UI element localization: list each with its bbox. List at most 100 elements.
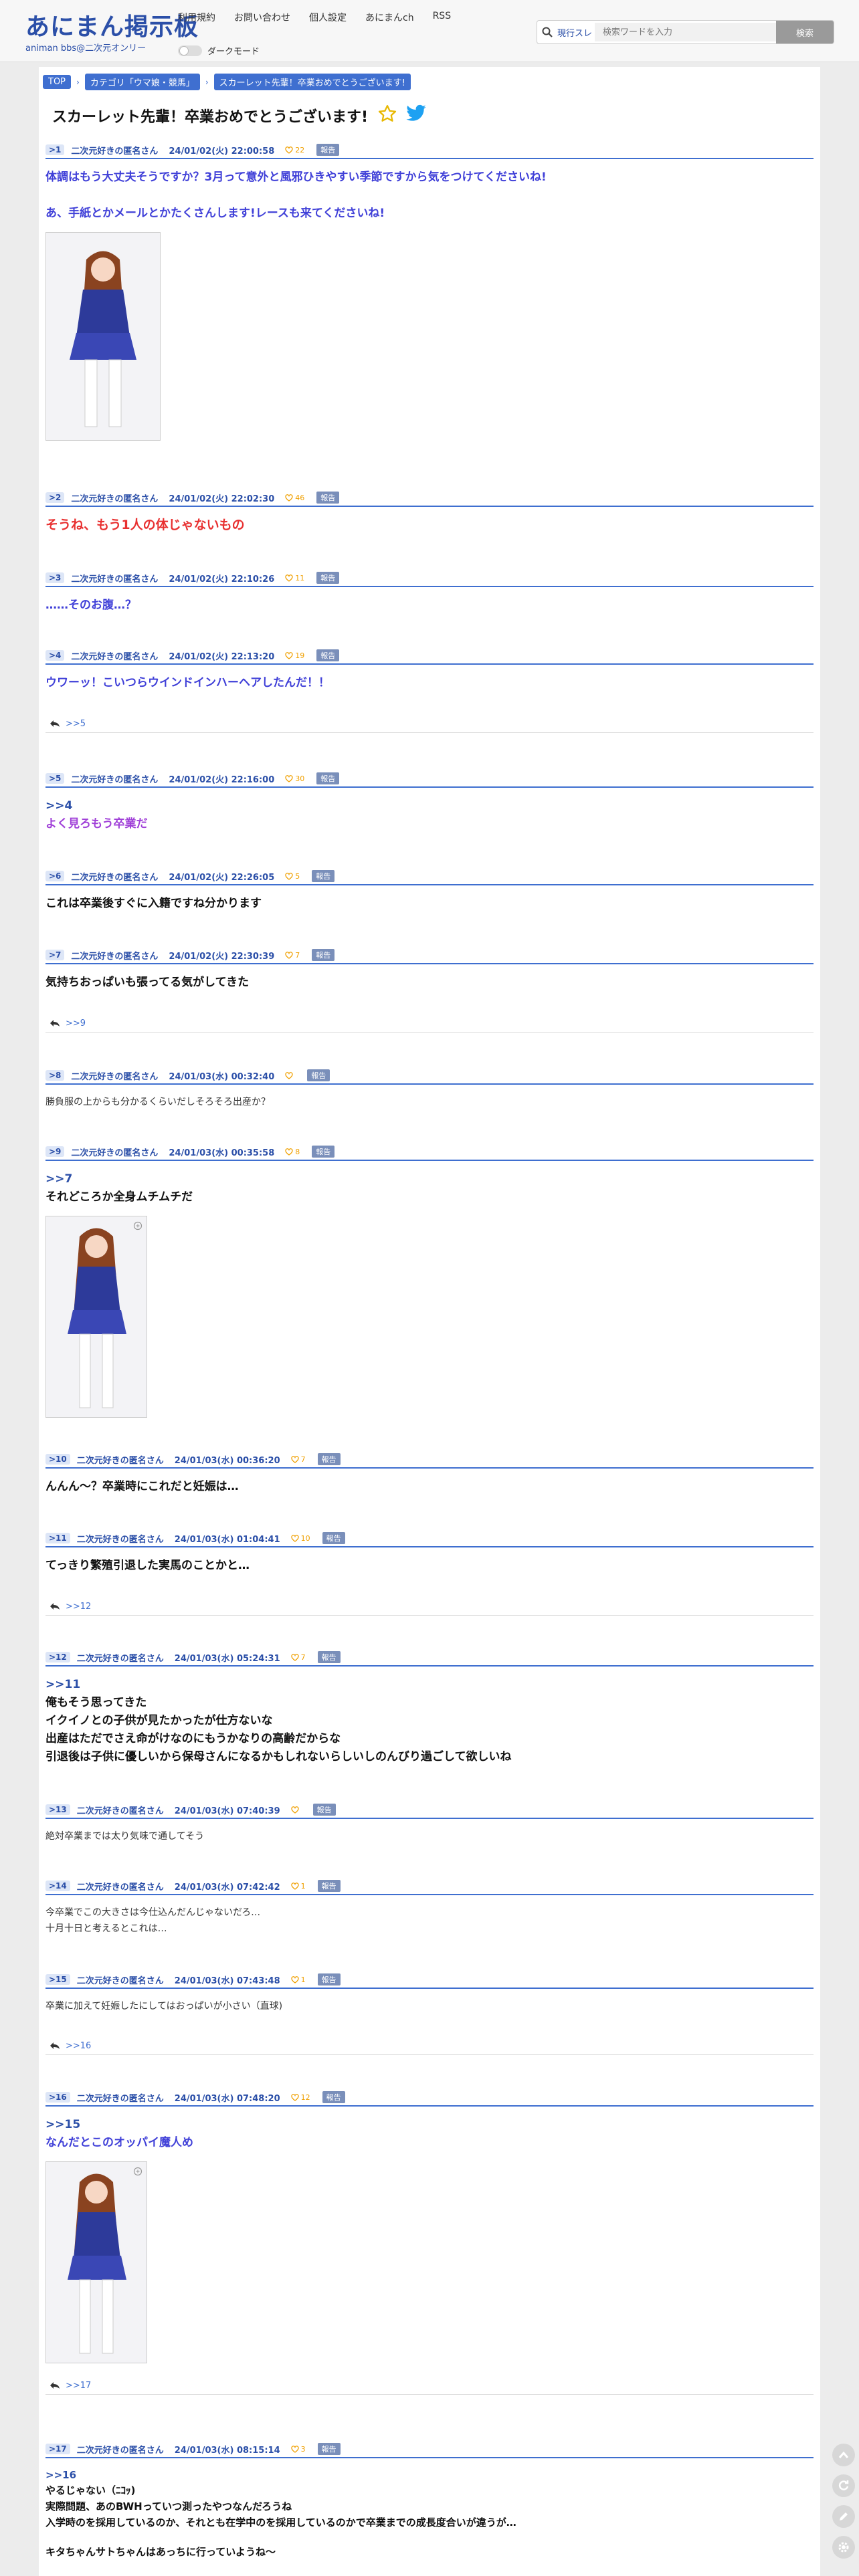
report-button[interactable]: 報告 xyxy=(317,1453,341,1465)
quote-anchor-link[interactable]: >>7 xyxy=(45,1170,814,1188)
report-button[interactable]: 報告 xyxy=(317,1651,341,1663)
like-button[interactable]: 3 xyxy=(290,2445,306,2454)
report-button[interactable]: 報告 xyxy=(316,649,340,661)
post: >6 二次元好きの匿名さん 24/01/02(火) 22:26:05 5 報告 … xyxy=(45,868,814,913)
report-button[interactable]: 報告 xyxy=(316,144,340,156)
post-number[interactable]: >9 xyxy=(45,1146,65,1157)
post-number[interactable]: >17 xyxy=(45,2444,70,2454)
like-button[interactable]: 7 xyxy=(290,1653,306,1662)
scroll-top-button[interactable] xyxy=(832,2444,855,2466)
report-button[interactable]: 報告 xyxy=(316,772,340,784)
post-number[interactable]: >5 xyxy=(45,773,65,784)
like-button[interactable]: 19 xyxy=(285,651,304,660)
settings-button[interactable] xyxy=(832,2536,855,2559)
zoom-icon[interactable] xyxy=(133,2166,142,2179)
post-header: >7 二次元好きの匿名さん 24/01/02(火) 22:30:39 7 報告 xyxy=(45,947,814,964)
post-number[interactable]: >13 xyxy=(45,1804,70,1815)
like-button[interactable]: 7 xyxy=(290,1455,306,1464)
report-button[interactable]: 報告 xyxy=(317,1973,341,1985)
write-post-button[interactable] xyxy=(832,2505,855,2528)
post-author: 二次元好きの匿名さん xyxy=(76,2445,164,2456)
post-body: そうね、もう1人の体じゃないもの xyxy=(45,516,814,534)
search-scope-select[interactable]: 現行スレ xyxy=(557,26,595,39)
post-number[interactable]: >16 xyxy=(45,2092,70,2103)
toggle-switch[interactable] xyxy=(178,45,202,56)
favorite-star-icon[interactable] xyxy=(377,104,397,128)
like-button[interactable]: 7 xyxy=(285,951,300,960)
post-number[interactable]: >8 xyxy=(45,1070,65,1081)
reload-button[interactable] xyxy=(832,2474,855,2497)
like-button[interactable]: 11 xyxy=(285,574,304,582)
post-number[interactable]: >1 xyxy=(45,144,65,155)
post-number[interactable]: >11 xyxy=(45,1533,70,1543)
nav-terms[interactable]: 利用規約 xyxy=(178,11,215,24)
quote-anchor-link[interactable]: >>11 xyxy=(45,1676,814,1694)
post-image[interactable] xyxy=(45,1216,147,1418)
reply-link-row[interactable]: >>5 xyxy=(45,715,814,733)
report-button[interactable]: 報告 xyxy=(312,1804,336,1816)
reply-link-row[interactable]: >>12 xyxy=(45,1598,814,1616)
breadcrumb-thread[interactable]: スカーレット先輩！卒業おめでとうございます! xyxy=(213,74,411,90)
twitter-share-icon[interactable] xyxy=(405,104,427,127)
zoom-icon[interactable] xyxy=(133,1220,142,1233)
report-button[interactable]: 報告 xyxy=(322,1532,345,1544)
quote-anchor-link[interactable]: >>16 xyxy=(45,2468,814,2482)
post-text-line: 絶対卒業までは太り気味で通してそう xyxy=(45,1831,205,1842)
quote-anchor-link[interactable]: >>15 xyxy=(45,2116,814,2134)
breadcrumb-category[interactable]: カテゴリ「ウマ娘・競馬」 xyxy=(84,74,200,90)
search-button[interactable]: 検索 xyxy=(776,21,834,43)
reply-anchor-link[interactable]: >>12 xyxy=(66,1602,91,1612)
reply-link-row[interactable]: >>17 xyxy=(45,2377,814,2395)
post-number[interactable]: >12 xyxy=(45,1652,70,1662)
reply-anchor-link[interactable]: >>9 xyxy=(66,1018,86,1029)
reply-anchor-link[interactable]: >>17 xyxy=(66,2381,91,2391)
like-button[interactable] xyxy=(285,1071,295,1079)
nav-rss[interactable]: RSS xyxy=(433,11,452,24)
nav-animanch[interactable]: あにまんch xyxy=(365,11,414,24)
reply-anchor-link[interactable]: >>5 xyxy=(66,719,86,729)
post-number[interactable]: >10 xyxy=(45,1454,70,1465)
report-button[interactable]: 報告 xyxy=(307,1069,330,1081)
like-button[interactable]: 10 xyxy=(290,1534,310,1543)
like-button[interactable]: 22 xyxy=(285,146,304,154)
post-number[interactable]: >3 xyxy=(45,572,65,583)
post-number[interactable]: >15 xyxy=(45,1974,70,1985)
post: >13 二次元好きの匿名さん 24/01/03(水) 07:40:39 報告 絶… xyxy=(45,1802,814,1844)
post-number[interactable]: >7 xyxy=(45,950,65,960)
like-button[interactable] xyxy=(290,1806,301,1814)
report-button[interactable]: 報告 xyxy=(317,1880,341,1892)
like-button[interactable]: 46 xyxy=(285,494,304,502)
site-logo[interactable]: あにまん掲示板 animan bbs@二次元オンリー xyxy=(25,15,199,54)
like-button[interactable]: 12 xyxy=(290,2093,310,2102)
report-button[interactable]: 報告 xyxy=(316,572,340,584)
search-input[interactable] xyxy=(595,23,776,41)
post-number[interactable]: >6 xyxy=(45,871,65,881)
like-button[interactable]: 8 xyxy=(285,1148,300,1156)
like-button[interactable]: 5 xyxy=(285,872,300,881)
like-button[interactable]: 1 xyxy=(290,1975,306,1984)
report-button[interactable]: 報告 xyxy=(312,1146,335,1158)
post: >9 二次元好きの匿名さん 24/01/03(水) 00:35:58 8 報告 … xyxy=(45,1144,814,1418)
post-body: >>4 よく見ろもう卒業だ xyxy=(45,797,814,833)
report-button[interactable]: 報告 xyxy=(322,2091,345,2103)
post-date: 24/01/03(水) 07:42:42 xyxy=(174,1882,280,1893)
quote-anchor-link[interactable]: >>4 xyxy=(45,797,814,815)
like-button[interactable]: 30 xyxy=(285,774,304,783)
dark-mode-toggle[interactable]: ダークモード xyxy=(178,44,260,57)
nav-contact[interactable]: お問い合わせ xyxy=(234,11,290,24)
nav-settings[interactable]: 個人設定 xyxy=(309,11,347,24)
post-image[interactable] xyxy=(45,232,161,441)
report-button[interactable]: 報告 xyxy=(312,949,335,961)
report-button[interactable]: 報告 xyxy=(317,2443,341,2455)
post-number[interactable]: >14 xyxy=(45,1881,70,1891)
report-button[interactable]: 報告 xyxy=(316,492,340,504)
breadcrumb-top[interactable]: TOP xyxy=(43,75,72,89)
post-number[interactable]: >4 xyxy=(45,650,65,661)
report-button[interactable]: 報告 xyxy=(312,870,335,882)
reply-link-row[interactable]: >>9 xyxy=(45,1014,814,1033)
like-button[interactable]: 1 xyxy=(290,1882,306,1891)
post-number[interactable]: >2 xyxy=(45,492,65,503)
post-image[interactable] xyxy=(45,2161,147,2363)
reply-link-row[interactable]: >>16 xyxy=(45,2037,814,2055)
reply-anchor-link[interactable]: >>16 xyxy=(66,2041,91,2051)
